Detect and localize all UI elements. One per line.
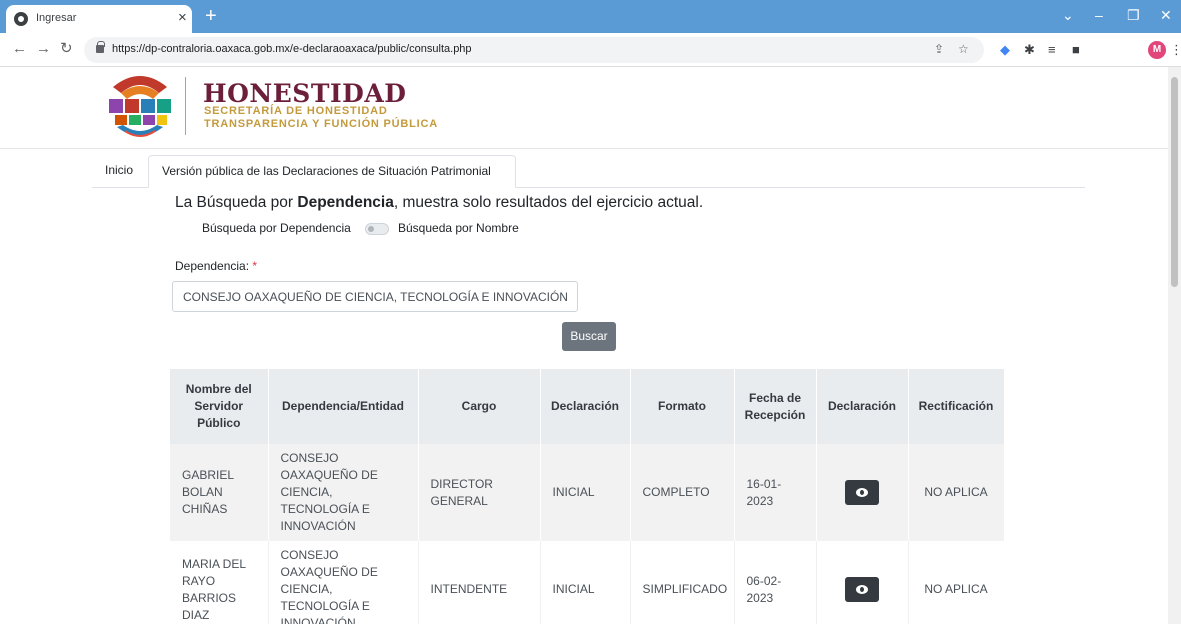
cell-declaracion: INICIAL [540,541,631,624]
toggle-label-nombre: Búsqueda por Nombre [398,221,519,235]
restore-icon[interactable]: ❐ [1127,6,1140,24]
translate-extension-icon[interactable]: ◆ [1000,42,1010,58]
extensions-puzzle-icon[interactable]: ✱ [1024,42,1035,58]
column-header: Fecha de Recepción [734,369,817,444]
search-mode-toggle-row: Búsqueda por Dependencia Búsqueda por No… [202,221,519,237]
column-header: Cargo [418,369,541,444]
cell-formato: SIMPLIFICADO [630,541,735,624]
cell-cargo: DIRECTOR GENERAL [418,444,541,541]
share-icon[interactable]: ⇪ [934,42,944,56]
cell-fecha: 06-02-2023 [734,541,817,624]
cell-formato: COMPLETO [630,444,735,541]
url-text: https://dp-contraloria.oaxaca.gob.mx/e-d… [112,43,472,55]
lock-icon [96,41,105,53]
globe-icon [14,12,28,26]
browser-toolbar: ← → ↻ https://dp-contraloria.oaxaca.gob.… [0,33,1181,67]
chevron-down-icon[interactable]: ⌄ [1062,6,1074,24]
cell-dependencia: CONSEJO OAXAQUEÑO DE CIENCIA, TECNOLOGÍA… [268,444,419,541]
notice-emphasis: Dependencia [297,194,394,211]
profile-avatar[interactable]: M [1148,41,1166,59]
cell-ver-declaracion [816,541,909,624]
page-tabs: Inicio Versión pública de las Declaracio… [92,155,1085,188]
column-header: Dependencia/Entidad [268,369,419,444]
results-table: Nombre del Servidor Público Dependencia/… [170,369,1004,624]
forward-icon[interactable]: → [36,41,51,57]
buscar-button[interactable]: Buscar [562,322,616,351]
tab-declaraciones[interactable]: Versión pública de las Declaraciones de … [148,155,516,188]
search-notice: La Búsqueda por Dependencia, muestra sol… [175,194,704,211]
cell-dependencia: CONSEJO OAXAQUEÑO DE CIENCIA, TECNOLOGÍA… [268,541,419,624]
bookmark-star-icon[interactable]: ☆ [958,42,969,56]
brand-subtitle-1: SECRETARÍA DE HONESTIDAD [204,105,388,117]
table-row: MARIA DEL RAYO BARRIOS DIAZ CONSEJO OAXA… [170,541,1004,624]
browser-tab[interactable]: Ingresar × [6,5,192,33]
page-scrollbar[interactable] [1168,67,1181,624]
minimize-icon[interactable]: – [1095,6,1103,24]
cell-nombre: MARIA DEL RAYO BARRIOS DIAZ [170,541,269,624]
column-header: Rectificación [908,369,1004,444]
brand-title: HONESTIDAD [203,79,407,108]
view-declaration-eye-icon[interactable] [845,577,879,602]
tab-title: Ingresar [36,12,77,24]
reload-icon[interactable]: ↻ [60,41,73,57]
column-header: Declaración [540,369,631,444]
scrollbar-thumb[interactable] [1171,77,1178,287]
new-tab-button[interactable]: + [205,6,217,26]
menu-kebab-icon[interactable]: ⋮ [1170,42,1181,58]
table-row: GABRIEL BOLAN CHIÑAS CONSEJO OAXAQUEÑO D… [170,444,1004,541]
column-header: Nombre del Servidor Público [170,369,269,444]
results-table-container: Nombre del Servidor Público Dependencia/… [170,369,1004,624]
browser-tabstrip: Ingresar × + ⌄ – ❐ ✕ [0,0,1181,33]
tab-inicio[interactable]: Inicio [105,155,133,188]
reading-list-icon[interactable]: ≡ [1048,42,1056,58]
side-panel-icon[interactable]: ■ [1072,42,1080,58]
view-declaration-eye-icon[interactable] [845,480,879,505]
close-window-icon[interactable]: ✕ [1160,6,1172,24]
close-tab-icon[interactable]: × [178,9,187,27]
required-marker: * [252,259,258,273]
back-icon[interactable]: ← [12,41,27,57]
column-header: Declaración [816,369,909,444]
search-mode-switch[interactable] [365,223,389,235]
cell-declaracion: INICIAL [540,444,631,541]
toggle-label-dependencia: Búsqueda por Dependencia [202,221,351,235]
brand-subtitle-2: TRANSPARENCIA Y FUNCIÓN PÚBLICA [204,118,439,130]
cell-fecha: 16-01-2023 [734,444,817,541]
address-bar[interactable]: https://dp-contraloria.oaxaca.gob.mx/e-d… [84,37,984,63]
government-logo [109,76,171,137]
dependencia-label: Dependencia: * [175,259,258,273]
cell-rectificacion: NO APLICA [908,541,1004,624]
cell-rectificacion: NO APLICA [908,444,1004,541]
column-header: Formato [630,369,735,444]
table-header-row: Nombre del Servidor Público Dependencia/… [170,369,1004,444]
cell-nombre: GABRIEL BOLAN CHIÑAS [170,444,269,541]
logo-divider [185,77,186,135]
dependencia-select[interactable]: CONSEJO OAXAQUEÑO DE CIENCIA, TECNOLOGÍA… [172,281,578,312]
cell-cargo: INTENDENTE [418,541,541,624]
cell-ver-declaracion [816,444,909,541]
site-header: HONESTIDAD SECRETARÍA DE HONESTIDAD TRAN… [0,67,1168,149]
